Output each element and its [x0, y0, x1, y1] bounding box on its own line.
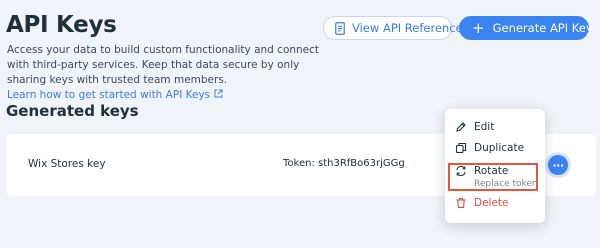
menu-item-duplicate-label: Duplicate [474, 142, 525, 154]
page-description: Access your data to build custom functio… [7, 43, 327, 103]
more-actions-button[interactable]: ··· [548, 155, 568, 175]
menu-item-rotate[interactable]: Rotate [455, 165, 508, 177]
document-icon [335, 21, 345, 35]
key-actions-menu: Edit Duplicate Rotate Replace token Dele… [445, 109, 545, 223]
key-name: Wix Stores key [28, 158, 106, 170]
generate-api-key-button[interactable]: + Generate API Key [459, 16, 593, 40]
menu-item-duplicate[interactable]: Duplicate [455, 142, 524, 154]
generate-api-key-label: Generate API Key [492, 21, 593, 35]
plus-icon: + [472, 18, 485, 37]
rotate-icon [455, 165, 467, 177]
generated-keys-heading: Generated keys [6, 102, 139, 120]
page-title: API Keys [6, 12, 117, 38]
menu-item-rotate-sublabel: Replace token [474, 179, 538, 189]
description-text: Access your data to build custom functio… [7, 44, 320, 86]
menu-item-edit[interactable]: Edit [455, 121, 494, 133]
pencil-icon [455, 121, 467, 133]
view-api-reference-button[interactable]: View API Reference [323, 16, 463, 40]
key-token: Token: sth3RfBo63rjGGg [283, 158, 405, 169]
learn-more-link-text: Learn how to get started with API Keys [7, 89, 211, 101]
trash-icon [455, 197, 467, 209]
view-api-reference-label: View API Reference [352, 21, 463, 35]
external-link-icon [214, 88, 223, 103]
more-icon: ··· [552, 158, 564, 172]
menu-item-edit-label: Edit [474, 121, 495, 133]
menu-item-delete[interactable]: Delete [455, 197, 509, 209]
menu-item-delete-label: Delete [474, 197, 509, 209]
duplicate-icon [455, 142, 467, 154]
learn-more-link[interactable]: Learn how to get started with API Keys [7, 89, 223, 101]
menu-item-rotate-label: Rotate [474, 165, 509, 177]
